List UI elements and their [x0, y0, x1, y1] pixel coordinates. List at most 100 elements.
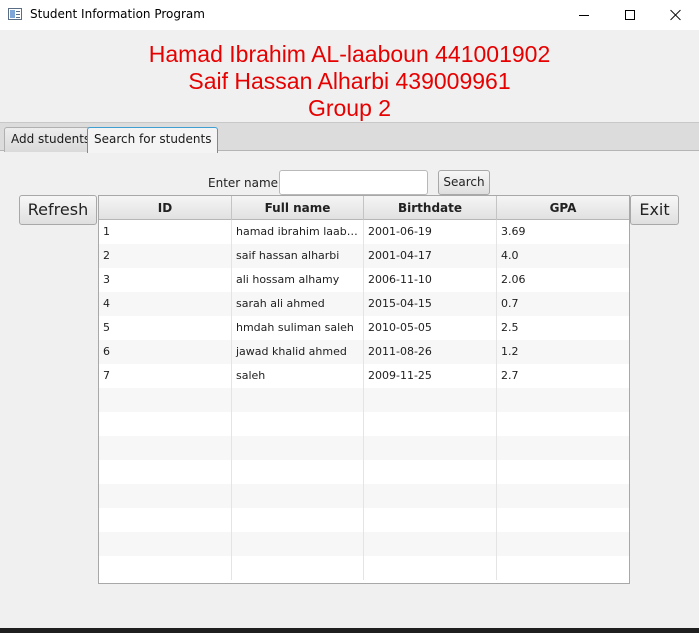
table-cell: [99, 532, 232, 556]
table-row[interactable]: 1 hamad ibrahim laaboun 2001-06-19 3.69: [99, 220, 629, 244]
table-cell: [364, 436, 497, 460]
tab-bar: Add students Search for students: [0, 122, 699, 153]
table-cell: hamad ibrahim laaboun: [232, 220, 364, 244]
table-row[interactable]: [99, 556, 629, 580]
close-icon: [670, 9, 682, 21]
table-cell: [99, 508, 232, 532]
table-row[interactable]: [99, 484, 629, 508]
table-cell: 2.06: [501, 273, 526, 286]
column-header-id[interactable]: ID: [99, 196, 232, 220]
table-cell: [364, 556, 497, 580]
table-cell: [497, 508, 629, 532]
exit-button[interactable]: Exit: [630, 195, 679, 225]
table-cell: 1.2: [501, 345, 519, 358]
table-cell: 3.69: [501, 225, 526, 238]
column-header-gpa[interactable]: GPA: [497, 196, 629, 220]
table-cell: [497, 556, 629, 580]
header-line-2: Saif Hassan Alharbi 439009961: [188, 68, 511, 94]
table-cell: [497, 388, 629, 412]
table-cell: 2001-06-19: [364, 220, 497, 244]
table-cell: sarah ali ahmed: [232, 292, 364, 316]
table-cell: [99, 436, 232, 460]
table-row[interactable]: 4 sarah ali ahmed 2015-04-15 0.7: [99, 292, 629, 316]
enter-name-label: Enter name: [208, 176, 279, 190]
table-row[interactable]: [99, 436, 629, 460]
table-cell: [232, 508, 364, 532]
table-row[interactable]: 6 jawad khalid ahmed 2011-08-26 1.2: [99, 340, 629, 364]
table-cell: [497, 436, 629, 460]
table-cell: [364, 532, 497, 556]
table-cell: [232, 460, 364, 484]
table-cell: [232, 412, 364, 436]
table-cell: jawad khalid ahmed: [232, 340, 364, 364]
minimize-button[interactable]: [561, 0, 607, 30]
header-line-3: Group 2: [307, 95, 392, 121]
table-row[interactable]: [99, 532, 629, 556]
table-cell: 6: [99, 340, 232, 364]
maximize-icon: [625, 10, 635, 20]
table-cell: ali hossam alhamy: [232, 268, 364, 292]
table-cell: saleh: [232, 364, 364, 388]
table-cell: 2011-08-26: [364, 340, 497, 364]
table-cell: [497, 460, 629, 484]
table-cell: 2.7: [501, 369, 519, 382]
table-cell: hmdah suliman saleh: [232, 316, 364, 340]
taskbar-edge: [0, 628, 699, 633]
table-cell: 2009-11-25: [364, 364, 497, 388]
table-cell: [232, 388, 364, 412]
table-cell: [497, 412, 629, 436]
window-title: Student Information Program: [30, 7, 205, 21]
table-cell: [99, 556, 232, 580]
app-window-icon: [8, 8, 22, 20]
tab-add-students[interactable]: Add students: [4, 127, 98, 152]
table-row[interactable]: 3 ali hossam alhamy 2006-11-10 2.06: [99, 268, 629, 292]
close-button[interactable]: [653, 0, 699, 30]
table-cell: 2006-11-10: [364, 268, 497, 292]
table-cell: [99, 460, 232, 484]
refresh-button[interactable]: Refresh: [19, 195, 97, 225]
table-cell: 2001-04-17: [364, 244, 497, 268]
table-row[interactable]: 2 saif hassan alharbi 2001-04-17 4.0: [99, 244, 629, 268]
tab-search-for-students[interactable]: Search for students: [87, 127, 219, 153]
table-cell: [232, 484, 364, 508]
title-bar: Student Information Program: [0, 0, 699, 30]
column-header-full-name[interactable]: Full name: [232, 196, 364, 220]
column-header-birthdate[interactable]: Birthdate: [364, 196, 497, 220]
table-cell: [99, 484, 232, 508]
table-row[interactable]: 5 hmdah suliman saleh 2010-05-05 2.5: [99, 316, 629, 340]
table-cell: [364, 460, 497, 484]
table-cell: saif hassan alharbi: [232, 244, 364, 268]
table-row[interactable]: 7 saleh 2009-11-25 2.7: [99, 364, 629, 388]
table-cell: [364, 484, 497, 508]
table-cell: [232, 556, 364, 580]
table-cell: 4.0: [501, 249, 519, 262]
table-cell: 1: [99, 220, 232, 244]
table-cell: [497, 484, 629, 508]
table-row[interactable]: [99, 460, 629, 484]
table-body: 1 hamad ibrahim laaboun 2001-06-19 3.69 2 sai…: [99, 220, 629, 580]
table-cell: 0.7: [501, 297, 519, 310]
table-cell: [99, 388, 232, 412]
name-search-input[interactable]: [279, 170, 428, 195]
table-cell: 2010-05-05: [364, 316, 497, 340]
students-table[interactable]: ID Full name Birthdate GPA 1 hamad ibrahi…: [98, 195, 630, 584]
table-cell: 2.5: [501, 321, 519, 334]
table-cell: 7: [99, 364, 232, 388]
table-row[interactable]: [99, 412, 629, 436]
table-cell: [99, 412, 232, 436]
table-cell: [364, 412, 497, 436]
table-row[interactable]: [99, 388, 629, 412]
table-cell: 3: [99, 268, 232, 292]
table-cell: 2: [99, 244, 232, 268]
table-cell: 5: [99, 316, 232, 340]
table-cell: [364, 388, 497, 412]
table-cell: [364, 508, 497, 532]
maximize-button[interactable]: [607, 0, 653, 30]
header-line-1: Hamad Ibrahim AL-laaboun 441001902: [148, 41, 551, 67]
search-button[interactable]: Search: [438, 170, 490, 195]
table-row[interactable]: [99, 508, 629, 532]
table-cell: [497, 532, 629, 556]
table-cell: [232, 532, 364, 556]
table-header: ID Full name Birthdate GPA: [99, 196, 629, 220]
table-cell: 4: [99, 292, 232, 316]
